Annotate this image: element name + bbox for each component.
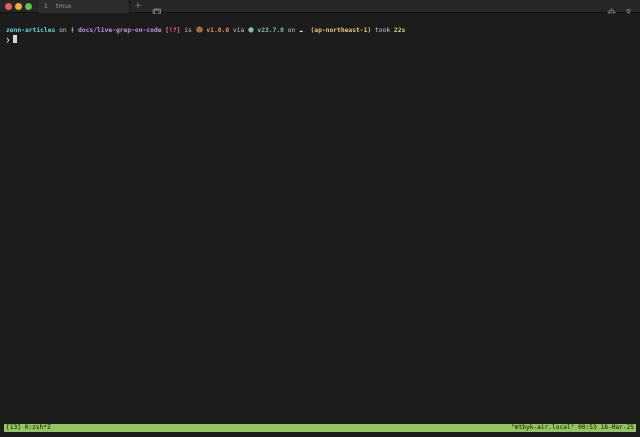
tab-tmux[interactable]: 1 tmux bbox=[38, 0, 130, 13]
tab-overview-icon[interactable] bbox=[152, 2, 161, 16]
maximize-window-button[interactable] bbox=[25, 3, 32, 10]
text-cursor bbox=[12, 35, 17, 43]
tab-title: tmux bbox=[56, 3, 72, 10]
tab-number: 1 bbox=[44, 3, 48, 10]
command-duration: 22s bbox=[393, 27, 406, 34]
new-tab-button[interactable]: + bbox=[133, 0, 143, 13]
node-version: v23.7.0 bbox=[253, 27, 284, 34]
prompt-char: ❯ bbox=[6, 37, 10, 44]
tmux-host-clock: "mtbyk-air.local" 00:53 18-Mar-25 bbox=[511, 424, 634, 431]
close-window-button[interactable] bbox=[5, 3, 12, 10]
current-directory: zenn-articles bbox=[6, 27, 56, 34]
git-status: [!?] bbox=[161, 27, 181, 34]
terminal-pane[interactable]: zenn-articles on ᚼ docs/live-grep-on-cod… bbox=[0, 14, 640, 422]
minimize-window-button[interactable] bbox=[15, 3, 22, 10]
tmux-status-bar: [13] 0:zsh*Z "mtbyk-air.local" 00:53 18-… bbox=[4, 424, 636, 432]
package-version: v1.0.0 bbox=[202, 27, 230, 34]
package-icon bbox=[195, 26, 203, 33]
prompt-line: zenn-articles on ᚼ docs/live-grep-on-cod… bbox=[6, 26, 406, 34]
terminal-window: 1 tmux + zenn-articles on ᚼ docs/live-gr… bbox=[0, 0, 640, 437]
input-line[interactable]: ❯ bbox=[6, 35, 17, 44]
tmux-session-window: [13] 0:zsh*Z bbox=[6, 424, 51, 431]
aws-region: (ap-northeast-1) bbox=[302, 27, 372, 34]
gear-icon[interactable] bbox=[607, 2, 616, 17]
user-icon[interactable] bbox=[624, 2, 633, 17]
title-bar: 1 tmux + bbox=[0, 0, 640, 17]
git-branch: docs/live-grep-on-code bbox=[74, 27, 162, 34]
